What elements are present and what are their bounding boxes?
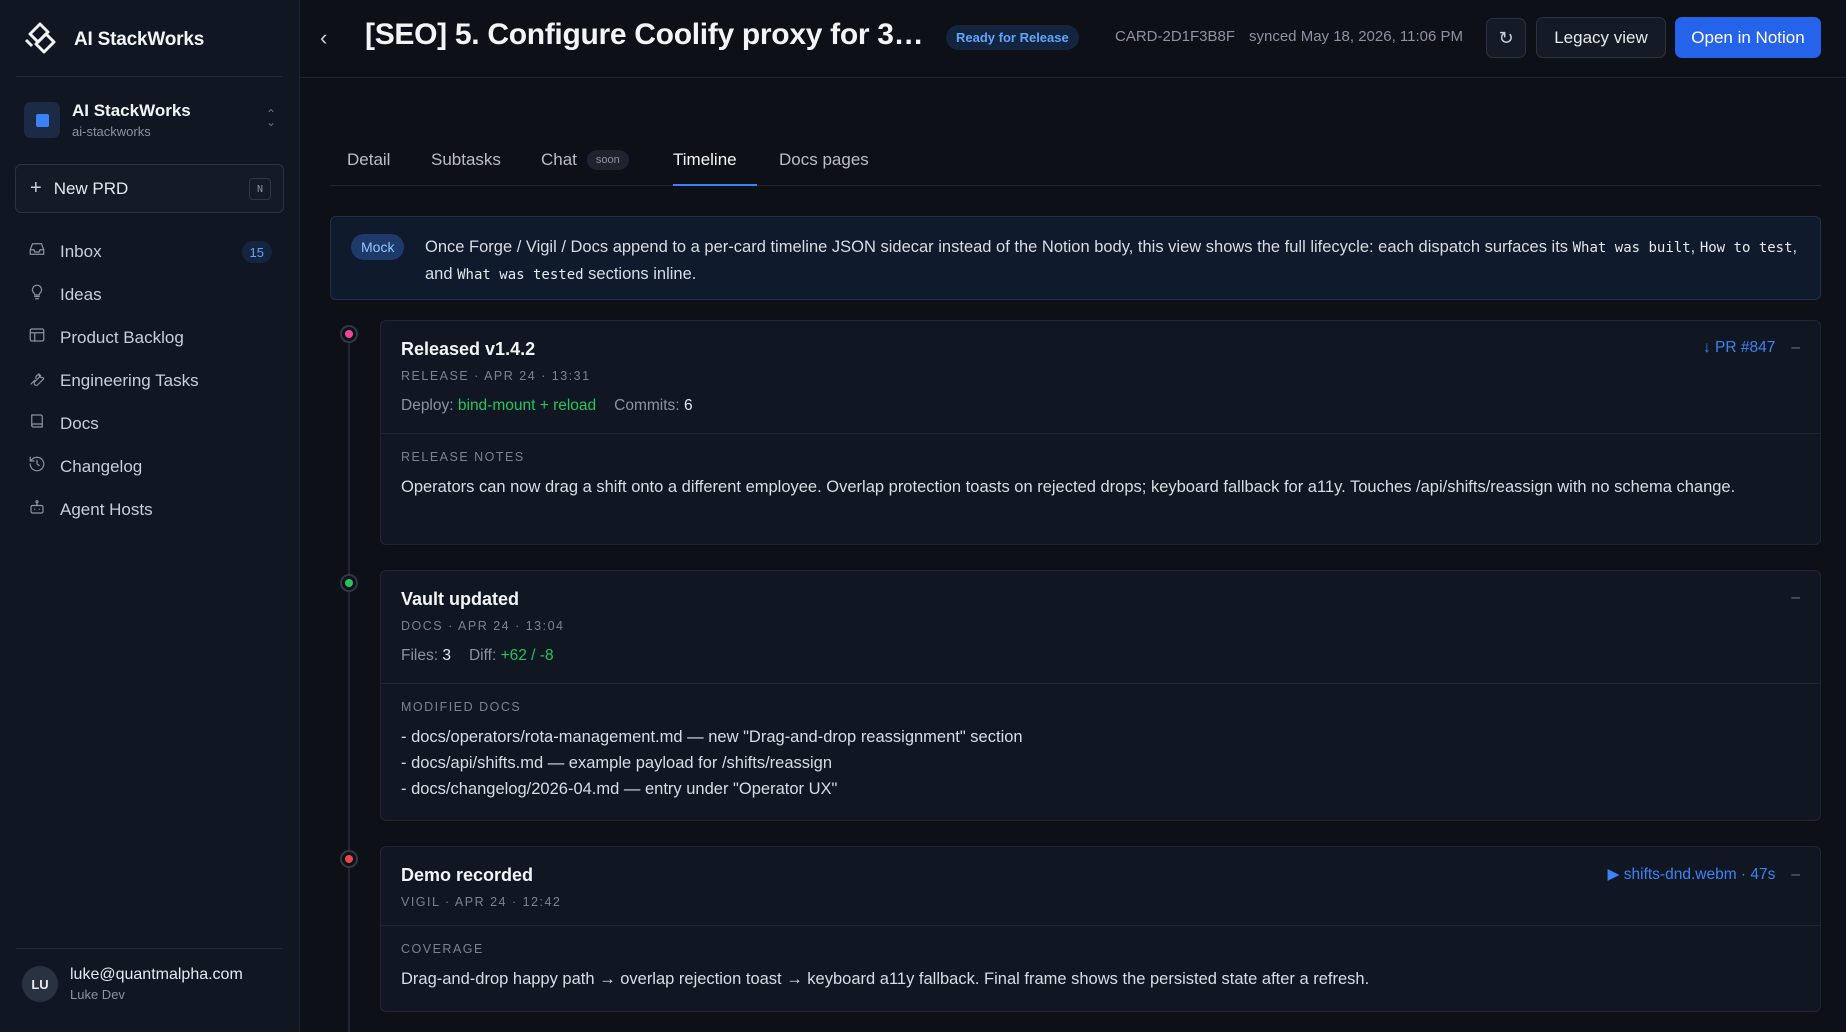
sidebar-item-inbox[interactable]: Inbox 15	[16, 230, 284, 273]
event-title: Demo recorded	[401, 865, 534, 885]
section-label: RELEASE NOTES	[401, 450, 525, 464]
sidebar-item-label: Product Backlog	[60, 327, 184, 347]
event-meta: RELEASE · APR 24 · 13:31	[401, 369, 591, 383]
card-id: CARD-2D1F3B8F	[1115, 28, 1236, 45]
brand[interactable]: AI StackWorks	[22, 20, 204, 60]
workspace-switcher[interactable]: AI StackWorks ai-stackworks ⌃ ⌄	[24, 98, 276, 142]
sidebar: AI StackWorks AI StackWorks ai-stackwork…	[0, 0, 300, 1032]
tab-label: Detail	[347, 150, 391, 169]
timeline-dot	[340, 850, 358, 868]
page-title: [SEO] 5. Configure Coolify proxy for 301…	[365, 18, 937, 51]
event-section: RELEASE NOTES Operators can now drag a s…	[381, 433, 1820, 500]
sidebar-item-ideas[interactable]: Ideas	[16, 273, 284, 316]
tab-timeline[interactable]: Timeline	[673, 150, 737, 170]
section-body: - docs/operators/rota-management.md — ne…	[401, 728, 1023, 798]
book-icon	[28, 412, 46, 435]
sidebar-item-changelog[interactable]: Changelog	[16, 445, 284, 488]
user-name: Luke Dev	[70, 987, 125, 1002]
timeline-card-docs: Vault updated DOCS · APR 24 · 13:04 File…	[380, 570, 1821, 821]
open-in-notion-button[interactable]: Open in Notion	[1675, 17, 1821, 58]
inbox-count-badge: 15	[241, 241, 272, 263]
tab-label: Chat	[541, 150, 577, 169]
collapse-icon[interactable]: –	[1791, 589, 1800, 607]
chevron-updown-icon: ⌃ ⌄	[265, 107, 276, 129]
event-section: COVERAGE Drag-and-drop happy path → over…	[381, 925, 1820, 992]
sidebar-item-label: Engineering Tasks	[60, 370, 199, 390]
event-meta: VIGIL · APR 24 · 12:42	[401, 895, 562, 909]
active-tab-indicator	[673, 184, 757, 186]
workspace-name: AI StackWorks	[72, 101, 191, 120]
tab-label: Docs pages	[779, 150, 869, 169]
sidebar-item-engineering-tasks[interactable]: Engineering Tasks	[16, 359, 284, 402]
sidebar-item-label: Agent Hosts	[60, 499, 153, 519]
tab-label: Subtasks	[431, 150, 501, 169]
workspace-avatar	[24, 102, 60, 138]
sidebar-item-label: Changelog	[60, 456, 143, 476]
tab-docs-pages[interactable]: Docs pages	[779, 150, 869, 170]
timeline-dot	[340, 574, 358, 592]
sidebar-item-label: Inbox	[60, 241, 102, 261]
video-link[interactable]: ▶ shifts-dnd.webm · 47s	[1608, 865, 1776, 884]
history-icon	[28, 455, 46, 478]
plus-icon: +	[30, 177, 42, 199]
tab-subtasks[interactable]: Subtasks	[431, 150, 501, 170]
table-icon	[28, 326, 46, 349]
new-prd-label: New PRD	[53, 178, 129, 198]
avatar: LU	[22, 966, 58, 1002]
event-stats: Deploy: bind-mount + reload Commits: 6	[401, 397, 693, 414]
timeline-card-release: Released v1.4.2 RELEASE · APR 24 · 13:31…	[380, 320, 1821, 545]
collapse-icon[interactable]: –	[1791, 866, 1800, 884]
sidebar-item-label: Docs	[60, 413, 99, 433]
collapse-icon[interactable]: –	[1791, 339, 1800, 357]
workspace-slug: ai-stackworks	[72, 124, 151, 139]
pr-link[interactable]: ↓ PR #847	[1703, 339, 1775, 357]
brand-name: AI StackWorks	[74, 29, 205, 50]
robot-icon	[28, 498, 46, 521]
section-label: COVERAGE	[401, 942, 484, 956]
shortcut-badge: N	[249, 178, 271, 200]
refresh-icon: ↻	[1498, 27, 1514, 48]
event-title: Released v1.4.2	[401, 339, 536, 359]
user-menu[interactable]: LU luke@quantmalpha.com Luke Dev	[22, 966, 243, 1002]
tab-label: Timeline	[673, 150, 737, 169]
new-prd-button[interactable]: + New PRD N	[15, 164, 284, 213]
refresh-button[interactable]: ↻	[1486, 18, 1526, 58]
stackworks-logo-icon	[22, 18, 62, 63]
mock-badge: Mock	[351, 234, 405, 260]
timeline-dot	[340, 325, 358, 343]
page-header: ‹ [SEO] 5. Configure Coolify proxy for 3…	[300, 0, 1846, 78]
event-stats: Files: 3 Diff: +62 / -8	[401, 647, 554, 664]
section-body: Operators can now drag a shift onto a di…	[401, 478, 1736, 496]
legacy-view-button[interactable]: Legacy view	[1536, 17, 1666, 58]
event-title: Vault updated	[401, 589, 520, 609]
tab-bar: Detail Subtasks Chat soon Timeline Docs …	[330, 140, 1821, 186]
inbox-icon	[28, 240, 46, 263]
sidebar-item-label: Ideas	[60, 284, 102, 304]
timeline-card-demo: Demo recorded VIGIL · APR 24 · 12:42 ▶ s…	[380, 846, 1821, 1012]
section-body: Drag-and-drop happy path → overlap rejec…	[401, 970, 1370, 988]
sidebar-nav: Inbox 15 Ideas Product Backlog Engineeri…	[16, 230, 284, 531]
status-badge: Ready for Release	[946, 25, 1079, 50]
tab-detail[interactable]: Detail	[347, 150, 390, 170]
banner-text: Once Forge / Vigil / Docs append to a pe…	[425, 238, 1798, 283]
wrench-icon	[28, 369, 46, 392]
sidebar-item-product-backlog[interactable]: Product Backlog	[16, 316, 284, 359]
sidebar-item-agent-hosts[interactable]: Agent Hosts	[16, 488, 284, 531]
mock-notice-banner: Mock Once Forge / Vigil / Docs append to…	[330, 216, 1821, 300]
timeline-line	[348, 336, 350, 1032]
sidebar-divider	[16, 948, 283, 949]
user-email: luke@quantmalpha.com	[70, 966, 243, 983]
event-meta: DOCS · APR 24 · 13:04	[401, 619, 565, 633]
chevron-left-icon[interactable]: ‹	[320, 26, 327, 50]
sidebar-divider	[16, 76, 283, 77]
event-section: MODIFIED DOCS - docs/operators/rota-mana…	[381, 683, 1820, 802]
section-label: MODIFIED DOCS	[401, 700, 522, 714]
tab-chat[interactable]: Chat soon	[541, 150, 629, 170]
soon-badge: soon	[586, 150, 629, 170]
lightbulb-icon	[28, 283, 46, 306]
synced-timestamp: synced May 18, 2026, 11:06 PM	[1249, 28, 1464, 45]
sidebar-item-docs[interactable]: Docs	[16, 402, 284, 445]
